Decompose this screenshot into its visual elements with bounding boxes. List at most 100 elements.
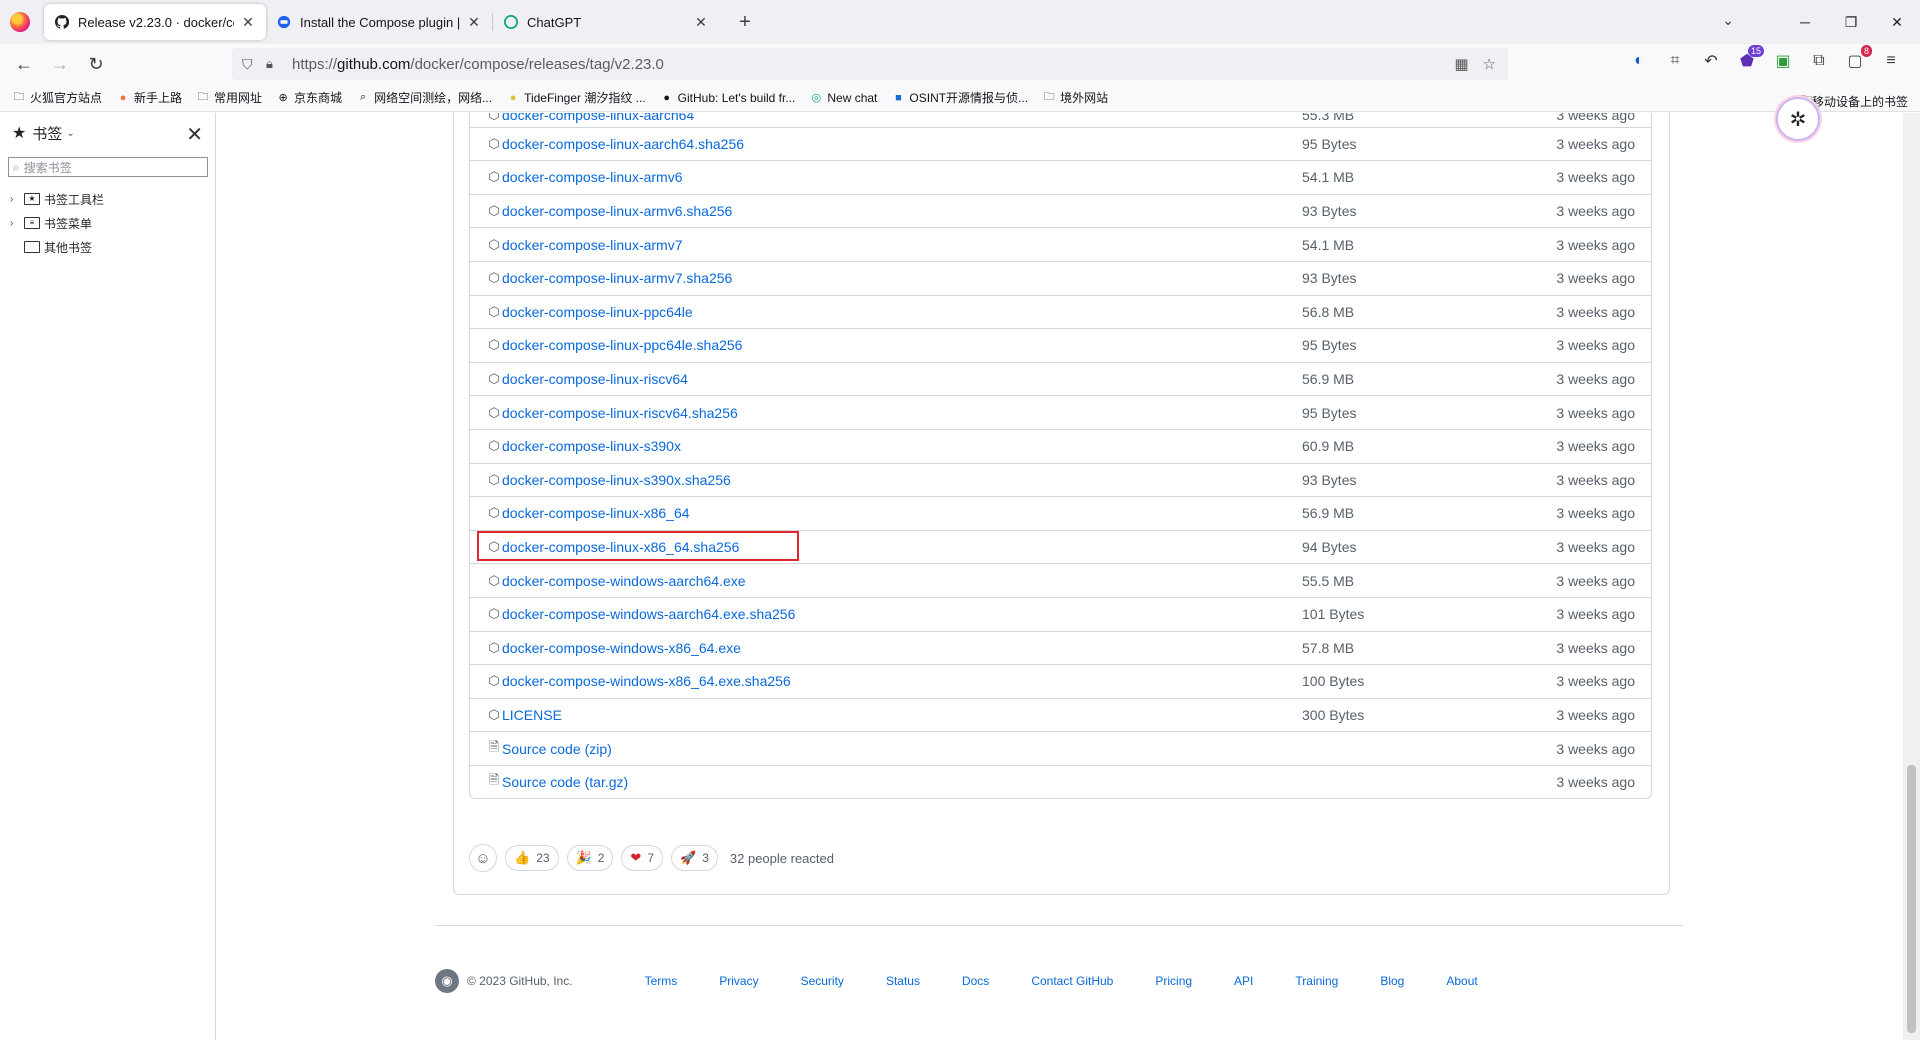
sidebar-close-button[interactable]: ✕ [186,122,203,147]
restore-button[interactable]: ❐ [1828,14,1874,31]
reload-button[interactable]: ↻ [78,54,114,75]
asset-link[interactable]: docker-compose-linux-armv7.sha256 [502,270,732,286]
asset-size: 55.3 MB [1302,113,1355,123]
page-scrollbar[interactable] [1903,113,1920,1040]
tree-item-other[interactable]: 其他书签 [0,235,215,259]
asset-link[interactable]: Source code [502,741,581,757]
footer-link-docs[interactable]: Docs [962,974,989,988]
lock-icon[interactable]: 🔒︎ [266,56,282,72]
bookmark-star-icon[interactable]: ☆ [1483,55,1496,73]
bookmark-item[interactable]: ⊕ 京东商城 [276,89,342,106]
asset-link[interactable]: docker-compose-linux-ppc64le [502,304,693,320]
asset-link[interactable]: docker-compose-linux-s390x.sha256 [502,472,731,488]
asset-link[interactable]: docker-compose-windows-aarch64.exe.sha25… [502,606,795,622]
bookmark-item[interactable]: ◎ New chat [809,91,878,105]
menu-icon[interactable]: ≡ [1880,50,1902,72]
new-tab-button[interactable]: + [733,11,757,34]
asset-link[interactable]: docker-compose-windows-x86_64.exe [502,640,741,656]
asset-link[interactable]: docker-compose-linux-aarch64 [502,113,694,123]
footer-link-status[interactable]: Status [886,974,920,988]
docker-icon [276,14,292,30]
close-icon[interactable]: ✕ [240,14,256,31]
bookmark-item[interactable]: ● 新手上路 [116,89,182,106]
chevron-right-icon[interactable]: › [10,218,24,229]
dark-mode-icon[interactable]: ◐ [1628,50,1650,72]
tab-install-compose[interactable]: Install the Compose plugin | Docker ✕ [266,4,492,40]
add-reaction-button[interactable]: ☺ [469,844,497,872]
bookmark-item[interactable]: ■ OSINT开源情报与侦... [891,89,1028,106]
asset-date: 3 weeks ago [1556,774,1635,791]
minimize-button[interactable]: ─ [1782,14,1828,30]
asset-size: 100 Bytes [1302,673,1365,690]
chevron-down-icon[interactable]: ⌄ [1722,12,1734,29]
bookmark-item[interactable]: ● TideFinger 潮汐指纹 ... [506,89,646,106]
reaction-thumbs-up[interactable]: 👍 23 [505,845,559,871]
back-button[interactable]: ← [6,54,42,75]
footer-link-api[interactable]: API [1234,974,1253,988]
asset-size: 57.8 MB [1302,639,1355,656]
tree-item-menu[interactable]: › ≡ 书签菜单 [0,211,215,235]
firefox-view-icon[interactable] [10,12,30,32]
asset-size: 56.9 MB [1302,371,1355,388]
footer-link-pricing[interactable]: Pricing [1155,974,1192,988]
forward-button[interactable]: → [42,54,78,75]
extension-shop-icon[interactable]: ▣ [1772,50,1794,72]
url-bar[interactable]: ⛉ 🔒︎ https://github.com/docker/compose/r… [232,48,1508,80]
floating-extension-button[interactable]: ✲ [1776,97,1820,141]
bookmark-item[interactable]: 🗀 境外网站 [1042,89,1109,106]
reaction-hooray[interactable]: 🎉 2 [566,845,614,871]
asset-link[interactable]: docker-compose-windows-aarch64.exe [502,573,746,589]
asset-row: ⬡ docker-compose-windows-x86_64.exe.sha25… [470,664,1651,698]
footer-link-about[interactable]: About [1446,974,1477,988]
bookmark-search-input[interactable]: ⌕ 搜索书签 [8,157,208,177]
asset-suffix[interactable]: (zip) [585,741,612,757]
crop-icon[interactable]: ⌗ [1664,50,1686,72]
asset-row: ⬡ docker-compose-linux-aarch64 55.3 MB 3 we… [470,113,1651,127]
tab-title: Release v2.23.0 · docker/compose [78,14,234,30]
asset-link[interactable]: Source code [502,774,581,790]
asset-link[interactable]: docker-compose-linux-aarch64.sha256 [502,136,744,152]
bookmark-item[interactable]: ⌕ 网络空间测绘，网络... [356,89,492,106]
asset-link[interactable]: docker-compose-linux-armv7 [502,237,683,253]
asset-link[interactable]: LICENSE [502,707,562,723]
asset-link[interactable]: docker-compose-linux-x86_64 [502,505,690,521]
qr-code-icon[interactable]: ▦ [1454,55,1468,73]
extension-shield-icon[interactable]: ⬟ 15 [1736,45,1764,72]
extensions-puzzle-icon[interactable]: ⧉ [1808,50,1830,72]
tab-release[interactable]: Release v2.23.0 · docker/compose ✕ [44,4,266,40]
tab-chatgpt[interactable]: ChatGPT ✕ [493,4,719,40]
undo-icon[interactable]: ↶ [1700,50,1722,72]
url-text[interactable]: https://github.com/docker/compose/releas… [292,56,664,73]
search-placeholder: 搜索书签 [23,160,72,175]
shield-icon[interactable]: ⛉ [242,56,258,73]
close-icon[interactable]: ✕ [693,14,709,31]
scrollbar-thumb[interactable] [1907,765,1916,1033]
reaction-heart[interactable]: ❤ 7 [621,845,664,871]
asset-link[interactable]: docker-compose-linux-riscv64 [502,371,688,387]
footer-link-blog[interactable]: Blog [1380,974,1404,988]
sidebar-header[interactable]: ★ 书签 ⌄ ✕ [0,113,215,153]
asset-link[interactable]: docker-compose-linux-ppc64le.sha256 [502,337,742,353]
footer-link-privacy[interactable]: Privacy [719,974,758,988]
window-close-button[interactable]: ✕ [1874,14,1920,31]
reaction-rocket[interactable]: 🚀 3 [671,845,718,871]
bookmark-item[interactable]: ● GitHub: Let's build fr... [660,91,795,105]
footer-link-contact[interactable]: Contact GitHub [1031,974,1113,988]
bookmark-item[interactable]: 🗀 常用网址 [196,89,263,106]
asset-link[interactable]: docker-compose-linux-armv6.sha256 [502,203,732,219]
extension-notify-icon[interactable]: ▢ 8 [1844,45,1872,72]
close-icon[interactable]: ✕ [466,14,482,31]
asset-row: ⬡ docker-compose-linux-riscv64.sha256 95 B… [470,395,1651,429]
bookmark-item[interactable]: 🗀 火狐官方站点 [12,89,103,106]
tree-item-toolbar[interactable]: › ★ 书签工具栏 [0,187,215,211]
footer-link-training[interactable]: Training [1295,974,1338,988]
github-logo-icon[interactable]: ◉ [435,969,459,993]
footer-link-security[interactable]: Security [801,974,844,988]
asset-link[interactable]: docker-compose-windows-x86_64.exe.sha256 [502,673,791,689]
footer-link-terms[interactable]: Terms [645,974,678,988]
asset-link[interactable]: docker-compose-linux-s390x [502,438,681,454]
chevron-right-icon[interactable]: › [10,194,24,205]
asset-suffix[interactable]: (tar.gz) [585,774,629,790]
asset-link[interactable]: docker-compose-linux-riscv64.sha256 [502,405,738,421]
asset-link[interactable]: docker-compose-linux-armv6 [502,169,683,185]
